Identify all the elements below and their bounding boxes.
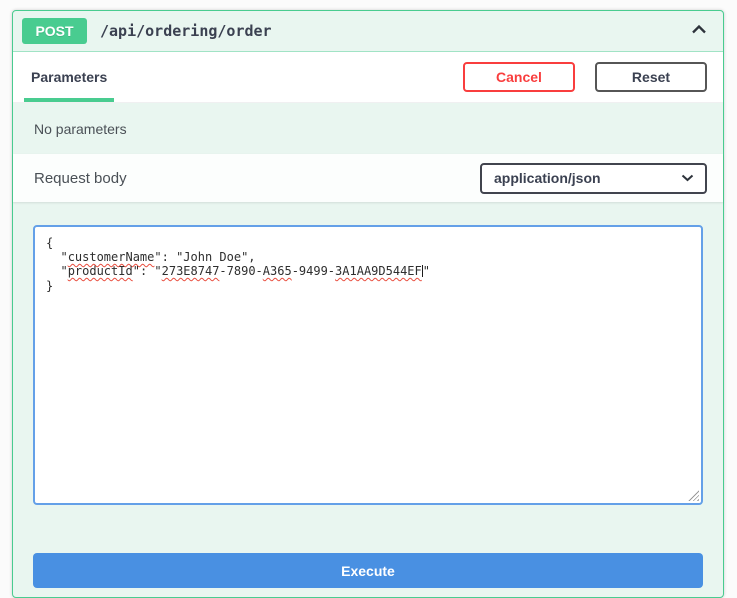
execute-wrapper: Execute [13,505,723,597]
endpoint-path: /api/ordering/order [100,22,272,40]
chevron-up-icon [691,22,707,40]
tab-actions: Cancel Reset [463,62,707,92]
request-body-editor[interactable]: { "customerName": "John Doe", "productId… [33,225,703,505]
request-body-json: { "customerName": "John Doe", "productId… [46,236,690,293]
method-badge: POST [22,18,87,44]
request-body-header: Request body application/json [13,154,723,202]
operation-block-post: POST /api/ordering/order Parameters Canc… [12,10,724,598]
resize-handle-icon[interactable] [688,490,699,501]
request-body-label: Request body [34,170,127,187]
no-parameters-message: No parameters [13,103,723,154]
content-type-value: application/json [494,170,601,186]
reset-button[interactable]: Reset [595,62,707,92]
content-type-select[interactable]: application/json [480,163,707,194]
execute-button[interactable]: Execute [33,553,703,588]
collapse-button[interactable] [689,18,709,44]
tab-bar: Parameters Cancel Reset [13,52,723,103]
chevron-down-icon [681,174,694,182]
tab-parameters[interactable]: Parameters [24,52,114,102]
request-body-editor-wrapper: { "customerName": "John Doe", "productId… [13,202,723,505]
cancel-button[interactable]: Cancel [463,62,575,92]
operation-summary[interactable]: POST /api/ordering/order [13,11,723,52]
